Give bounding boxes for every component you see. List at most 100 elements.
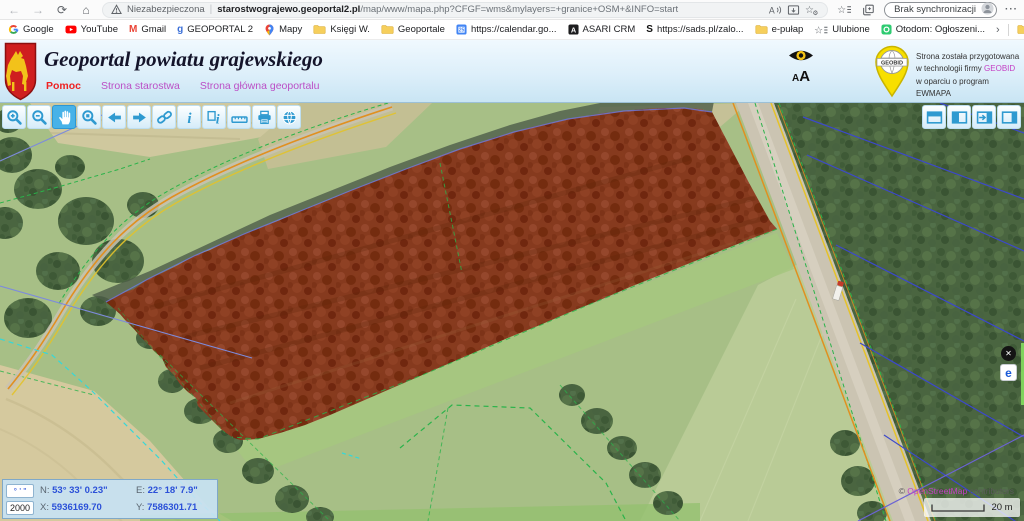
font-size-controls[interactable]: AA: [786, 70, 816, 86]
link-pomoc[interactable]: Pomoc: [46, 80, 81, 92]
bookmark-youtube[interactable]: YouTube: [65, 24, 118, 35]
info-button[interactable]: i: [177, 105, 201, 129]
calendar-icon: 25: [456, 24, 467, 35]
scale-bar-line: [931, 503, 985, 513]
toggle-right-panel-button[interactable]: [997, 105, 1021, 129]
svg-text:☆: ☆: [814, 25, 823, 35]
warning-icon: [111, 4, 122, 15]
toggle-top-panel-button[interactable]: [922, 105, 946, 129]
bookmark-sads[interactable]: S https://sads.pl/zalo...: [646, 24, 743, 35]
bookmark-folder-ksiegi[interactable]: Księgi W.: [313, 24, 370, 35]
info-select-button[interactable]: i: [202, 105, 226, 129]
bookmark-asari[interactable]: A ASARI CRM: [568, 24, 636, 35]
aerial-map[interactable]: [0, 103, 1024, 521]
expand-right-panel-button[interactable]: [972, 105, 996, 129]
bookmark-mapy[interactable]: Mapy: [264, 24, 302, 36]
bookmarks-bar: Google YouTube M Gmail g GEOPORTAL 2 Map…: [0, 20, 1024, 40]
add-favorite-icon[interactable]: ☆⚙: [805, 3, 819, 16]
link-button[interactable]: [152, 105, 176, 129]
svg-text:A: A: [570, 25, 576, 34]
maps-pin-icon: [264, 24, 275, 36]
bookmark-geoportal2[interactable]: g GEOPORTAL 2: [177, 24, 253, 35]
map-viewport[interactable]: i i ✕ e ° ' " N: 53° 33' 0.23" E: 22° 18…: [0, 103, 1024, 521]
folder-icon: [313, 24, 326, 35]
svg-text:GEOBID: GEOBID: [881, 61, 903, 67]
zoom-selection-button[interactable]: [77, 105, 101, 129]
bookmark-gmail[interactable]: M Gmail: [129, 24, 166, 35]
collections-icon[interactable]: [860, 2, 876, 18]
bookmark-calendar[interactable]: 25 https://calendar.go...: [456, 24, 557, 35]
folder-icon: [381, 24, 394, 35]
geoportal-icon: g: [177, 25, 183, 35]
split-tab-icon[interactable]: [787, 4, 800, 16]
browser-menu-icon[interactable]: ···: [1005, 4, 1018, 15]
coord-n: N: 53° 33' 0.23": [40, 485, 132, 496]
read-aloud-icon[interactable]: A: [768, 4, 782, 16]
zoom-in-button[interactable]: [2, 105, 26, 129]
link-strona-starostwa[interactable]: Strona starostwa: [101, 80, 180, 92]
folder-icon: [755, 24, 768, 35]
geobid-credit-text: Strona została przygotowana w technologi…: [916, 51, 1022, 101]
geobid-logo[interactable]: GEOBID: [872, 44, 912, 103]
address-bar[interactable]: Niezabezpieczona | starostwograjewo.geop…: [102, 2, 828, 18]
scale-input[interactable]: 2000: [6, 501, 34, 515]
back-icon[interactable]: ←: [6, 2, 22, 18]
profile-button[interactable]: Brak synchronizacji: [884, 2, 997, 18]
refresh-icon[interactable]: ⟳: [54, 2, 70, 18]
security-label: Niezabezpieczona: [127, 4, 205, 15]
bookmark-folder-geoportale[interactable]: Geoportale: [381, 24, 445, 35]
bookmark-otodom[interactable]: Otodom: Ogłoszeni...: [881, 24, 985, 35]
browser-toolbar: ← → ⟳ ⌂ Niezabezpieczona | starostwograj…: [0, 0, 1024, 20]
openstreetmap-link[interactable]: OpenStreetMap: [907, 486, 967, 496]
svg-text:☆: ☆: [837, 5, 846, 16]
other-favorites-button[interactable]: Inne ulubione: [1017, 24, 1024, 35]
youtube-icon: [65, 24, 77, 35]
print-button[interactable]: [252, 105, 276, 129]
bookmark-ulubione[interactable]: ☆ Ulubione: [814, 24, 870, 36]
degrees-format-button[interactable]: ° ' ": [6, 484, 34, 498]
map-attribution: © OpenStreetMap contributors: [899, 486, 1014, 496]
measure-button[interactable]: [227, 105, 251, 129]
svg-text:i: i: [187, 110, 192, 125]
zoom-out-button[interactable]: [27, 105, 51, 129]
link-strona-glowna[interactable]: Strona główna geoportalu: [200, 80, 320, 92]
gmail-icon: M: [129, 25, 137, 35]
url-text: starostwograjewo.geoportal2.pl/map/www/m…: [217, 4, 763, 15]
accessibility-controls[interactable]: AA: [786, 47, 816, 86]
asari-icon: A: [568, 24, 579, 35]
coord-e: E: 22° 18' 7.9": [136, 485, 212, 496]
profile-label: Brak synchronizacji: [894, 4, 976, 15]
home-icon[interactable]: ⌂: [78, 2, 94, 18]
bookmark-google[interactable]: Google: [8, 24, 54, 35]
page-title: Geoportal powiatu grajewskiego: [44, 47, 323, 72]
star-list-icon: ☆: [814, 24, 828, 36]
folder-icon: [1017, 24, 1024, 35]
eye-icon: [787, 47, 815, 64]
scale-bar: 20 m: [924, 498, 1020, 517]
county-coat-of-arms: [4, 42, 37, 106]
e-services-button[interactable]: e: [1000, 364, 1017, 381]
favorites-bar-icon[interactable]: ☆: [836, 2, 852, 18]
next-view-button[interactable]: [127, 105, 151, 129]
bookmarks-divider: [1008, 24, 1009, 36]
svg-text:A: A: [769, 5, 775, 15]
geoportal-header: Geoportal powiatu grajewskiego Pomoc Str…: [0, 40, 1024, 103]
geobid-link[interactable]: GEOBID: [984, 64, 1015, 73]
widget-close-button[interactable]: ✕: [1001, 346, 1016, 361]
coord-y: Y: 7586301.71: [136, 502, 212, 513]
address-divider: |: [210, 4, 213, 15]
panel-toolbar: [922, 105, 1022, 129]
google-icon: [8, 24, 19, 35]
globe-button[interactable]: [277, 105, 301, 129]
bookmarks-overflow-chevron[interactable]: ›: [996, 24, 1000, 36]
forward-icon[interactable]: →: [30, 2, 46, 18]
url-host: starostwograjewo.geoportal2.pl: [217, 4, 360, 15]
coord-x: X: 5936169.70: [40, 502, 132, 513]
scale-bar-label: 20 m: [991, 502, 1012, 513]
bookmarks-right-group: › Inne ulubione: [996, 24, 1024, 36]
previous-view-button[interactable]: [102, 105, 126, 129]
toggle-left-panel-button[interactable]: [947, 105, 971, 129]
pan-button[interactable]: [52, 105, 76, 129]
svg-text:⚙: ⚙: [813, 9, 819, 16]
bookmark-folder-epulap[interactable]: e-pułap: [755, 24, 804, 35]
